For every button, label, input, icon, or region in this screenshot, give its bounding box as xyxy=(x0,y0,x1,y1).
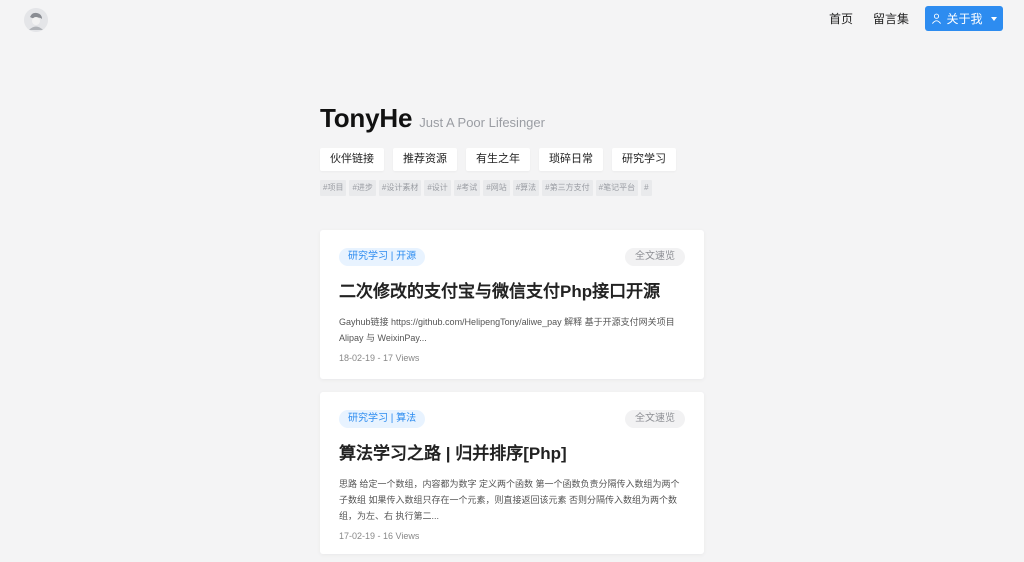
full-preview-button[interactable]: 全文速览 xyxy=(625,410,685,428)
tag-item[interactable]: #第三方支付 xyxy=(542,180,593,196)
post-excerpt: Gayhub链接 https://github.com/HelipengTony… xyxy=(339,317,675,343)
post-card: 研究学习 | 开源 全文速览 二次修改的支付宝与微信支付Php接口开源 Gayh… xyxy=(320,230,704,379)
post-meta: 17-02-19 - 16 Views xyxy=(339,531,685,541)
site-subtitle: Just A Poor Lifesinger xyxy=(419,115,545,130)
post-card: 研究学习 | 算法 全文速览 算法学习之路 | 归并排序[Php] 思路 给定一… xyxy=(320,392,704,554)
tag-item[interactable]: #设计 xyxy=(424,180,451,196)
site-title: TonyHe xyxy=(320,103,413,133)
tag-item[interactable]: #网站 xyxy=(483,180,510,196)
post-title[interactable]: 二次修改的支付宝与微信支付Php接口开源 xyxy=(339,277,685,302)
post-category-badge[interactable]: 研究学习 | 算法 xyxy=(339,410,426,428)
post-category-badge[interactable]: 研究学习 | 开源 xyxy=(339,248,426,266)
post-header: 研究学习 | 算法 全文速览 xyxy=(339,410,685,428)
category-list: 伙伴链接 推荐资源 有生之年 琐碎日常 研究学习 xyxy=(320,148,704,171)
site-intro: TonyHe Just A Poor Lifesinger 伙伴链接 推荐资源 … xyxy=(320,103,704,196)
user-icon xyxy=(932,13,942,24)
full-preview-button[interactable]: 全文速览 xyxy=(625,248,685,266)
tag-item[interactable]: #考试 xyxy=(453,180,481,196)
post-meta: 18-02-19 - 17 Views xyxy=(339,353,685,363)
post-views: 16 Views xyxy=(383,531,420,541)
tag-item[interactable]: #进步 xyxy=(349,180,376,196)
category-study[interactable]: 研究学习 xyxy=(612,148,676,171)
tag-item[interactable]: #笔记平台 xyxy=(595,180,639,196)
tag-item[interactable]: #算法 xyxy=(512,180,540,196)
post-date: 17-02-19 xyxy=(339,531,376,541)
post-views: 17 Views xyxy=(383,353,420,363)
site-heading: TonyHe Just A Poor Lifesinger xyxy=(320,103,704,137)
category-lifetime[interactable]: 有生之年 xyxy=(466,148,530,171)
category-daily[interactable]: 琐碎日常 xyxy=(539,148,603,171)
chevron-down-icon xyxy=(990,16,997,21)
post-excerpt: 思路 给定一个数组，内容都为数字 定义两个函数 第一个函数负责分隔传入数组为两个… xyxy=(339,479,680,521)
post-date: 18-02-19 xyxy=(339,353,376,363)
post-header: 研究学习 | 开源 全文速览 xyxy=(339,248,685,266)
nav-home-link[interactable]: 首页 xyxy=(819,7,863,31)
tag-list: #项目 #进步 #设计素材 #设计 #考试 #网站 #算法 #第三方支付 #笔记… xyxy=(320,180,706,196)
category-friend-links[interactable]: 伙伴链接 xyxy=(320,148,384,171)
post-title[interactable]: 算法学习之路 | 归并排序[Php] xyxy=(339,439,685,464)
tag-item[interactable]: #设计素材 xyxy=(378,180,422,196)
avatar-logo-icon[interactable] xyxy=(24,8,48,32)
tag-item[interactable]: #项目 xyxy=(320,180,347,196)
top-navbar: 首页 留言集 关于我 xyxy=(0,0,1024,40)
category-resources[interactable]: 推荐资源 xyxy=(393,148,457,171)
tag-item[interactable]: # xyxy=(641,180,652,196)
main-nav: 首页 留言集 关于我 xyxy=(819,6,1003,31)
about-me-button[interactable]: 关于我 xyxy=(925,6,1003,31)
nav-guestbook-link[interactable]: 留言集 xyxy=(863,7,919,31)
about-me-label: 关于我 xyxy=(946,12,983,26)
